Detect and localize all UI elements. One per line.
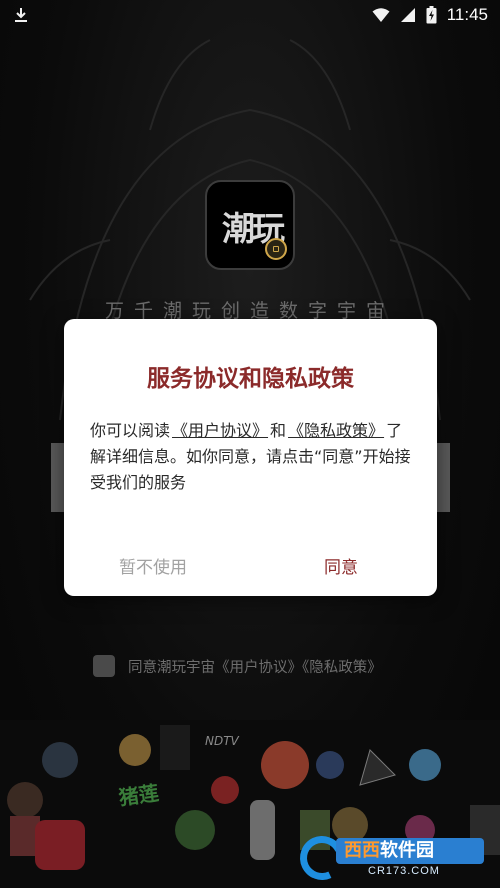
dialog-body-and: 和 [270, 421, 287, 440]
wifi-icon [372, 8, 390, 22]
watermark-brand: 西西软件园 [336, 838, 484, 864]
dialog-title: 服务协议和隐私政策 [147, 366, 354, 392]
battery-charging-icon [426, 6, 437, 24]
agree-button[interactable]: 同意 [324, 553, 358, 578]
agree-label: 同意潮玩宇宙《用户协议》《隐私政策》 [128, 659, 382, 676]
coin-icon [265, 238, 287, 260]
download-icon [15, 8, 27, 22]
watermark-url: CR173.COM [368, 865, 440, 877]
splash-screen: 11:45 潮玩 万千潮玩创造数字宇宙 同意潮玩宇宙《用户协议》《隐私政策》 猪… [0, 0, 500, 888]
privacy-dialog: 服务协议和隐私政策 你可以阅读 《用户协议》和《隐私政策》 了解详细信息。如你同意，… [64, 319, 437, 596]
ghost-bar-left [51, 443, 65, 512]
dialog-body: 你可以阅读 《用户协议》和《隐私政策》 了解详细信息。如你同意，请点击“同意”开始接… [90, 418, 415, 496]
ghost-bar-right [436, 443, 450, 512]
watermark-brand-prefix: 西西 [344, 840, 380, 861]
watermark-brand-suffix: 软件园 [380, 840, 434, 861]
watermark: 西西软件园 CR173.COM [293, 829, 488, 887]
decline-button[interactable]: 暂不使用 [119, 553, 187, 578]
status-time: 11:45 [446, 5, 488, 24]
app-logo: 潮玩 [205, 180, 295, 270]
agree-row[interactable]: 同意潮玩宇宙《用户协议》《隐私政策》 [93, 655, 382, 677]
signal-icon [400, 8, 415, 22]
dialog-body-pre: 你可以阅读 [90, 421, 171, 440]
status-bar: 11:45 [0, 0, 500, 30]
agree-checkbox[interactable] [93, 655, 115, 677]
user-agreement-link[interactable]: 《用户协议》 [170, 421, 270, 440]
svg-text:NDTV: NDTV [205, 734, 240, 748]
privacy-policy-link[interactable]: 《隐私政策》 [286, 421, 386, 440]
